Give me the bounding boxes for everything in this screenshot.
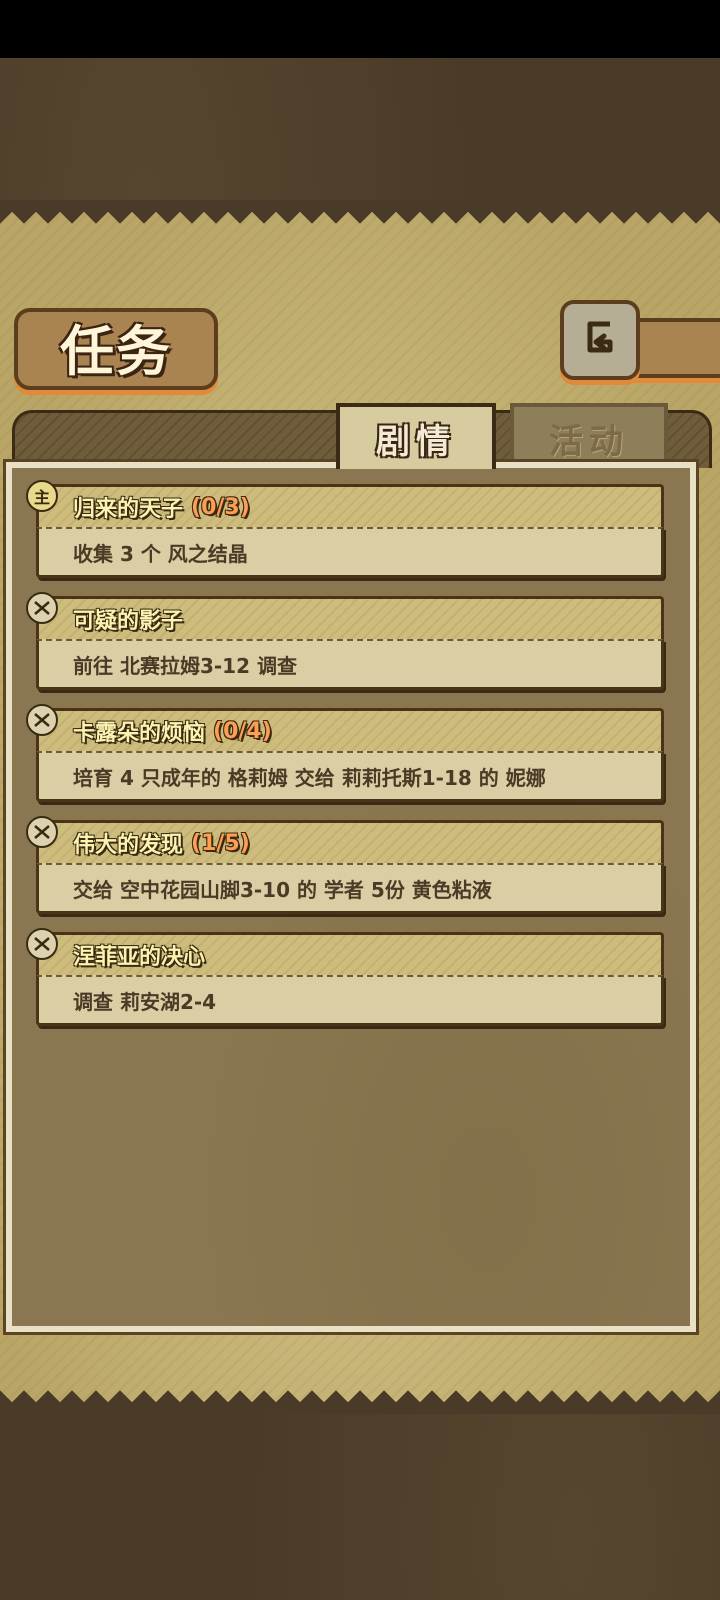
- tab-story[interactable]: 剧情: [336, 403, 496, 469]
- title-plate: 任务: [14, 308, 218, 390]
- quest-header: 归来的天子 (0/3): [36, 484, 664, 527]
- quest-panel: 归来的天子 (0/3) 收集 3 个 风之结晶 主 可疑的影子 前往 北赛拉姆3…: [3, 459, 699, 1335]
- side-quest-icon: [26, 816, 58, 848]
- quest-progress: (1/5): [191, 830, 250, 856]
- quest-objective: 前往 北赛拉姆3-12 调查: [36, 639, 664, 690]
- quest-title: 可疑的影子: [73, 609, 184, 634]
- quest-title: 涅菲亚的决心: [73, 945, 206, 970]
- quest-title: 归来的天子: [73, 497, 184, 522]
- quest-progress: (0/4): [213, 718, 272, 744]
- quest-item[interactable]: 归来的天子 (0/3) 收集 3 个 风之结晶 主: [26, 480, 664, 578]
- parchment-edge-bottom: [0, 1390, 720, 1414]
- back-control: [560, 300, 720, 380]
- quest-objective: 交给 空中花园山脚3-10 的 学者 5份 黄色粘液: [36, 863, 664, 914]
- quest-objective: 培育 4 只成年的 格莉姆 交给 莉莉托斯1-18 的 妮娜: [36, 751, 664, 802]
- back-button[interactable]: [560, 300, 640, 380]
- quest-header: 涅菲亚的决心: [36, 932, 664, 975]
- quest-header: 卡露朵的烦恼 (0/4): [36, 708, 664, 751]
- quest-header: 伟大的发现 (1/5): [36, 820, 664, 863]
- main-quest-icon: 主: [26, 480, 58, 512]
- quest-objective: 收集 3 个 风之结晶: [36, 527, 664, 578]
- parchment-edge-top: [0, 200, 720, 224]
- quest-objective: 调查 莉安湖2-4: [36, 975, 664, 1026]
- quest-header: 可疑的影子: [36, 596, 664, 639]
- quest-list: 归来的天子 (0/3) 收集 3 个 风之结晶 主 可疑的影子 前往 北赛拉姆3…: [26, 480, 664, 1044]
- side-quest-icon: [26, 928, 58, 960]
- tab-event[interactable]: 活动: [510, 403, 668, 469]
- quest-item[interactable]: 伟大的发现 (1/5) 交给 空中花园山脚3-10 的 学者 5份 黄色粘液: [26, 816, 664, 914]
- quest-item[interactable]: 卡露朵的烦恼 (0/4) 培育 4 只成年的 格莉姆 交给 莉莉托斯1-18 的…: [26, 704, 664, 802]
- back-arrow-icon: [587, 321, 613, 353]
- quest-title: 伟大的发现: [73, 833, 184, 858]
- side-quest-icon: [26, 592, 58, 624]
- quest-progress: (0/3): [191, 494, 250, 520]
- status-bar: [0, 0, 720, 58]
- page-title: 任务: [60, 318, 172, 383]
- quest-item[interactable]: 涅菲亚的决心 调查 莉安湖2-4: [26, 928, 664, 1026]
- quest-title: 卡露朵的烦恼: [73, 721, 206, 746]
- side-quest-icon: [26, 704, 58, 736]
- quest-item[interactable]: 可疑的影子 前往 北赛拉姆3-12 调查: [26, 592, 664, 690]
